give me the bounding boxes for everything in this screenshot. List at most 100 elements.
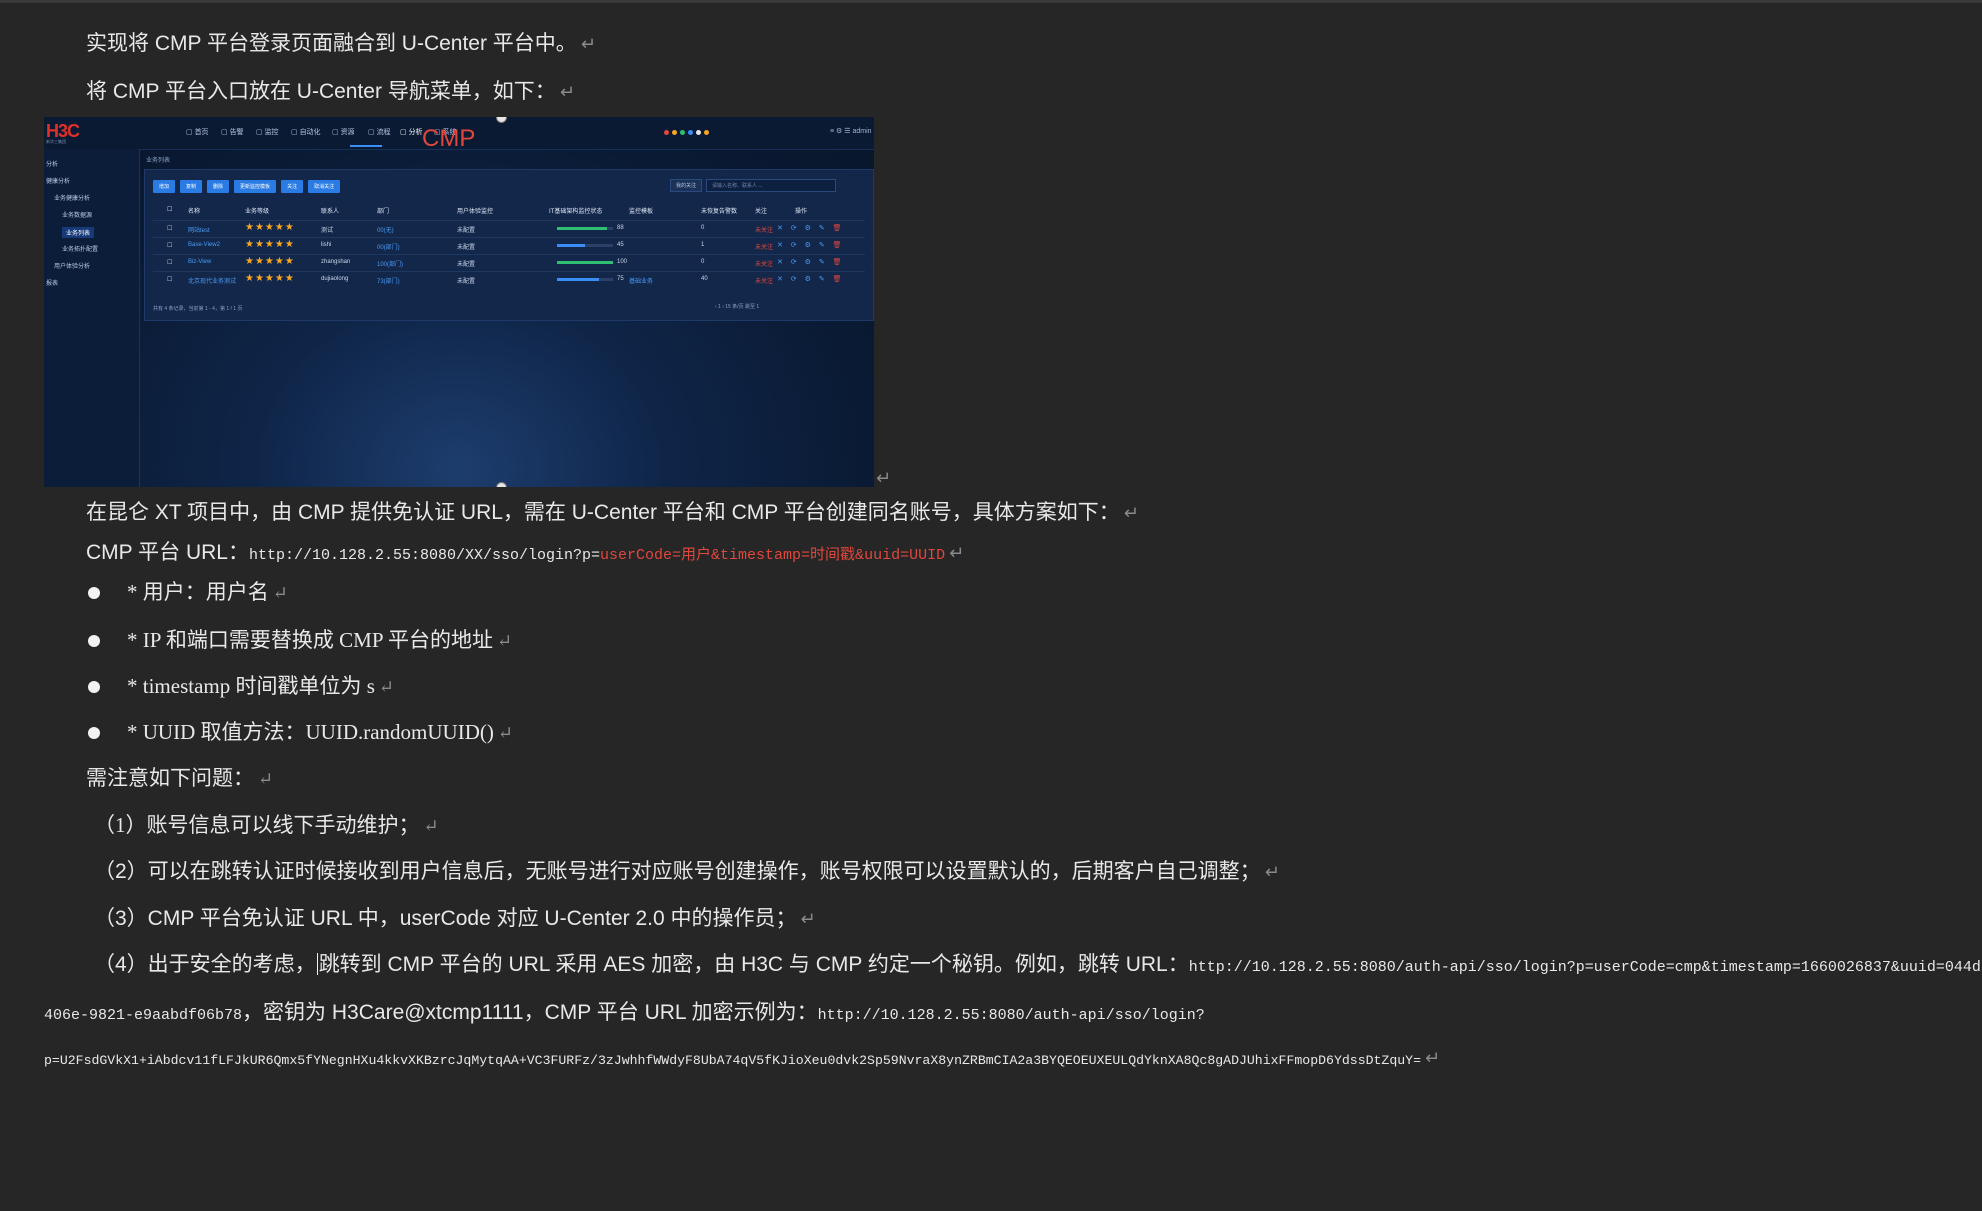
select-all-checkbox[interactable]: ☐ xyxy=(167,206,172,213)
bullet-icon xyxy=(88,635,100,647)
delete-icon[interactable]: 🗑 xyxy=(833,259,845,266)
cell-ux: 未配置 xyxy=(457,228,476,234)
toolbar-button[interactable]: 取消关注 xyxy=(308,180,341,193)
paragraph-mark-icon: ↵ xyxy=(580,34,596,54)
nav-item-process[interactable]: ▢ 流程 xyxy=(368,127,391,137)
cell-follow: 未关注 xyxy=(755,279,774,285)
column-header: IT基础架构监控状态 xyxy=(549,209,603,215)
cell-health-value: 100 xyxy=(617,259,628,265)
row-checkbox[interactable]: ☐ xyxy=(167,242,172,249)
nav-item-analysis[interactable]: ▢ 分析 xyxy=(400,127,423,137)
intro-paragraph-2: 将 CMP 平台入口放在 U-Center 导航菜单，如下： ↵ xyxy=(86,78,575,106)
toolbar-button[interactable]: 关注 xyxy=(281,180,304,193)
intro-text-2: 将 CMP 平台入口放在 U-Center 导航菜单，如下： xyxy=(86,80,556,103)
action-icons[interactable]: ✕ ⟳ ⚙ ✎ xyxy=(777,259,828,266)
table-row[interactable]: ☐ Base-View2 lishi 00(部门) 未配置 45 1 未关注 ★★★★★ ✕ ⟳ … xyxy=(153,237,865,254)
sidebar-item[interactable]: 健康分析 xyxy=(46,176,70,185)
toolbar: 增加 复制 删除 更新监控模板 关注 取消关注 xyxy=(153,180,341,193)
cell-alarms: 1 xyxy=(701,242,705,248)
row-checkbox[interactable]: ☐ xyxy=(167,225,172,232)
cell-contact: zhangshan xyxy=(321,259,351,265)
row-checkbox[interactable]: ☐ xyxy=(167,276,172,283)
sidebar-item[interactable]: 业务拓扑配置 xyxy=(62,244,98,253)
cell-ux: 未配置 xyxy=(457,262,476,268)
cell-dept[interactable]: 00(无) xyxy=(377,225,394,234)
toolbar-button[interactable]: 复制 xyxy=(180,180,203,193)
toolbar-button[interactable]: 更新监控模板 xyxy=(234,180,277,193)
search-input[interactable]: 请输入名称、联系人 ... xyxy=(706,179,837,192)
monitor-icon: ▢ xyxy=(256,129,265,136)
column-header: 联系人 xyxy=(321,209,340,215)
search-area: 我的关注 请输入名称、联系人 ... xyxy=(670,179,837,192)
toolbar-button[interactable]: 删除 xyxy=(207,180,230,193)
cell-name[interactable]: 网站test xyxy=(188,225,210,234)
column-header: 用户体验监控 xyxy=(457,209,494,215)
cell-follow: 未关注 xyxy=(755,228,774,234)
bullet-text: * IP 和端口需要替换成 CMP 平台的地址 xyxy=(127,628,493,652)
table-row[interactable]: ☐ Biz-View zhangshan 100(部门) 未配置 100 0 未关注 ★★★★★… xyxy=(153,254,865,271)
cell-name[interactable]: Biz-View xyxy=(188,259,211,265)
resource-icon: ▢ xyxy=(332,129,341,136)
paragraph-mark-icon: ↵ xyxy=(800,909,816,929)
encrypted-param: p=U2FsdGVkX1+iAbdcv11fLFJkUR6Qmx5fYNegnH… xyxy=(44,1053,1421,1068)
cell-alarms: 0 xyxy=(701,259,705,265)
delete-icon[interactable]: 🗑 xyxy=(833,225,845,232)
cell-template[interactable]: 基础业务 xyxy=(629,276,653,285)
resize-handle-bottom[interactable] xyxy=(496,482,507,487)
status-dot xyxy=(704,130,709,135)
pager[interactable]: ‹ 1 › 15 条/页 跳至 1 xyxy=(715,303,759,310)
table-row[interactable]: ☐ 北京现代业务测试 dujiaolong 73(部门) 未配置 75 基础业务 40 未关注 ★… xyxy=(153,271,865,288)
sidebar-item[interactable]: 用户体验分析 xyxy=(54,261,90,270)
nav-item-home[interactable]: ▢ 首页 xyxy=(186,127,209,137)
top-border xyxy=(0,0,1982,3)
row-actions[interactable]: ✕ ⟳ ⚙ ✎ 🗑 xyxy=(777,241,845,249)
bullet-item: * UUID 取值方法：UUID.randomUUID() ↵ xyxy=(127,718,513,747)
delete-icon[interactable]: 🗑 xyxy=(833,276,845,283)
breadcrumb: 业务列表 xyxy=(146,158,171,164)
cell-dept[interactable]: 00(部门) xyxy=(377,242,400,251)
row-actions[interactable]: ✕ ⟳ ⚙ ✎ 🗑 xyxy=(777,224,845,232)
cell-dept[interactable]: 73(部门) xyxy=(377,276,400,285)
rating-stars: ★★★★★ xyxy=(245,273,295,284)
sidebar-item[interactable]: 分析 xyxy=(46,159,58,168)
column-header: 监控模板 xyxy=(629,209,654,215)
sidebar-item[interactable]: 报表 xyxy=(46,278,58,287)
cell-name[interactable]: Base-View2 xyxy=(188,242,220,248)
delete-icon[interactable]: 🗑 xyxy=(833,242,845,249)
cell-alarms: 40 xyxy=(701,276,708,282)
rating-stars: ★★★★★ xyxy=(245,239,295,250)
table-row[interactable]: ☐ 网站test 测试 00(无) 未配置 88 0 未关注 ★★★★★ ✕ ⟳ ⚙ ✎ 🗑 xyxy=(153,220,865,237)
nav-item-automation[interactable]: ▢ 自动化 xyxy=(291,127,321,137)
paragraph-mark-icon: ↵ xyxy=(1264,862,1280,882)
nav-item-resource[interactable]: ▢ 资源 xyxy=(332,127,355,137)
cell-health-value: 75 xyxy=(617,276,624,282)
home-icon: ▢ xyxy=(186,129,195,136)
embedded-screenshot[interactable]: H3C 新华三集团 ▢ 首页 ▢ 告警 ▢ 监控 ▢ 自动化 ▢ 资源 ▢ 流程 ▢ 分析 ▢… xyxy=(44,117,874,487)
sidebar-item[interactable]: 业务列表 xyxy=(62,227,95,238)
sidebar-item[interactable]: 业务健康分析 xyxy=(54,193,90,202)
cell-follow: 未关注 xyxy=(755,245,774,251)
paragraph-mark-icon: ↵ xyxy=(1425,1048,1441,1068)
toolbar-button[interactable]: 增加 xyxy=(153,180,176,193)
cell-name[interactable]: 北京现代业务测试 xyxy=(188,276,236,285)
cell-dept[interactable]: 100(部门) xyxy=(377,259,403,268)
row-actions[interactable]: ✕ ⟳ ⚙ ✎ 🗑 xyxy=(777,275,845,283)
row-actions[interactable]: ✕ ⟳ ⚙ ✎ 🗑 xyxy=(777,258,845,266)
my-follow-button[interactable]: 我的关注 xyxy=(670,179,703,192)
action-icons[interactable]: ✕ ⟳ ⚙ ✎ xyxy=(777,225,828,232)
action-icons[interactable]: ✕ ⟳ ⚙ ✎ xyxy=(777,276,828,283)
column-header: 部门 xyxy=(377,209,390,215)
status-dot xyxy=(664,130,669,135)
note-4-line-2: 406e-9821-e9aabdf06b78，密钥为 H3Care@xtcmp1… xyxy=(44,999,1205,1030)
nav-item-monitor[interactable]: ▢ 监控 xyxy=(256,127,279,137)
note-4-key-text: ，密钥为 H3Care@xtcmp1111，CMP 平台 URL 加密示例为： xyxy=(242,1001,818,1024)
cell-health-value: 45 xyxy=(617,242,624,248)
nav-item-alarm[interactable]: ▢ 告警 xyxy=(221,127,244,137)
action-icons[interactable]: ✕ ⟳ ⚙ ✎ xyxy=(777,242,828,249)
paragraph-mark-icon: ↵ xyxy=(258,769,274,789)
text-cursor xyxy=(316,953,318,975)
paragraph-mark-icon: ↵ xyxy=(378,677,395,697)
row-checkbox[interactable]: ☐ xyxy=(167,259,172,266)
sidebar-item[interactable]: 业务数据源 xyxy=(62,210,92,219)
paragraph-mark-icon: ↵ xyxy=(876,468,892,488)
